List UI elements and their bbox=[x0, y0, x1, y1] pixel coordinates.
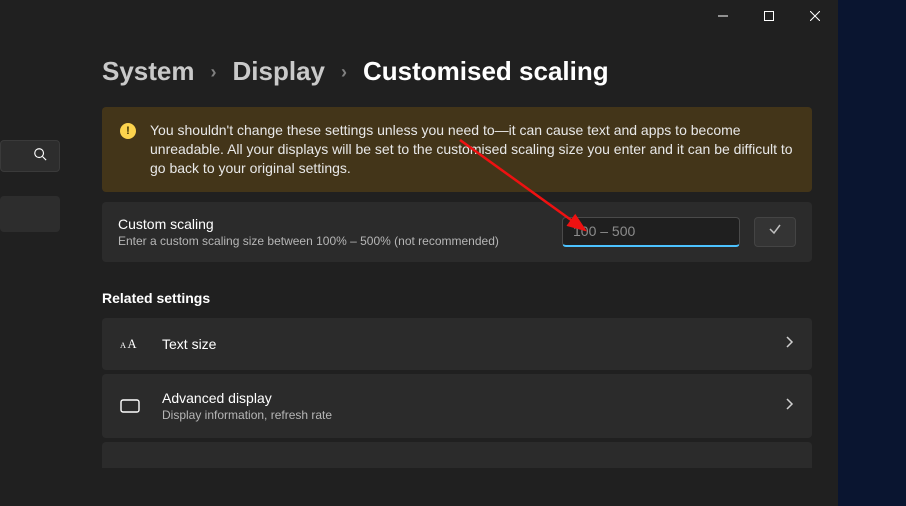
warning-icon: ! bbox=[120, 123, 136, 139]
advanced-display-title: Advanced display bbox=[162, 390, 762, 406]
graphics-icon bbox=[120, 451, 140, 471]
settings-window: System › Display › Customised scaling ! … bbox=[0, 0, 838, 506]
search-input[interactable] bbox=[0, 140, 60, 172]
custom-scaling-input[interactable] bbox=[562, 217, 740, 247]
related-settings-heading: Related settings bbox=[102, 290, 812, 306]
chevron-right-icon bbox=[784, 335, 794, 353]
custom-scaling-card: Custom scaling Enter a custom scaling si… bbox=[102, 202, 812, 262]
warning-text: You shouldn't change these settings unle… bbox=[150, 121, 794, 178]
display-icon bbox=[120, 396, 140, 416]
minimize-button[interactable] bbox=[700, 0, 746, 32]
text-size-icon: A A bbox=[120, 334, 140, 354]
sidebar-item[interactable] bbox=[0, 196, 60, 232]
breadcrumb-current: Customised scaling bbox=[363, 56, 609, 87]
chevron-right-icon bbox=[784, 397, 794, 415]
search-icon bbox=[33, 147, 47, 166]
breadcrumb-system[interactable]: System bbox=[102, 56, 195, 87]
maximize-button[interactable] bbox=[746, 0, 792, 32]
custom-scaling-subtitle: Enter a custom scaling size between 100%… bbox=[118, 234, 548, 248]
breadcrumb: System › Display › Customised scaling bbox=[102, 56, 812, 87]
text-size-row[interactable]: A A Text size bbox=[102, 318, 812, 370]
advanced-display-subtitle: Display information, refresh rate bbox=[162, 408, 762, 422]
chevron-right-icon: › bbox=[341, 62, 347, 83]
sidebar bbox=[0, 140, 60, 232]
warning-banner: ! You shouldn't change these settings un… bbox=[102, 107, 812, 192]
apply-button[interactable] bbox=[754, 217, 796, 247]
svg-text:A: A bbox=[128, 337, 137, 351]
text-size-title: Text size bbox=[162, 336, 762, 352]
setting-row[interactable] bbox=[102, 442, 812, 468]
custom-scaling-title: Custom scaling bbox=[118, 216, 548, 232]
title-bar bbox=[0, 0, 838, 32]
check-icon bbox=[767, 221, 783, 242]
breadcrumb-display[interactable]: Display bbox=[233, 56, 326, 87]
advanced-display-row[interactable]: Advanced display Display information, re… bbox=[102, 374, 812, 438]
chevron-right-icon: › bbox=[211, 62, 217, 83]
close-button[interactable] bbox=[792, 0, 838, 32]
svg-text:A: A bbox=[120, 341, 126, 350]
content-area: System › Display › Customised scaling ! … bbox=[102, 56, 812, 472]
